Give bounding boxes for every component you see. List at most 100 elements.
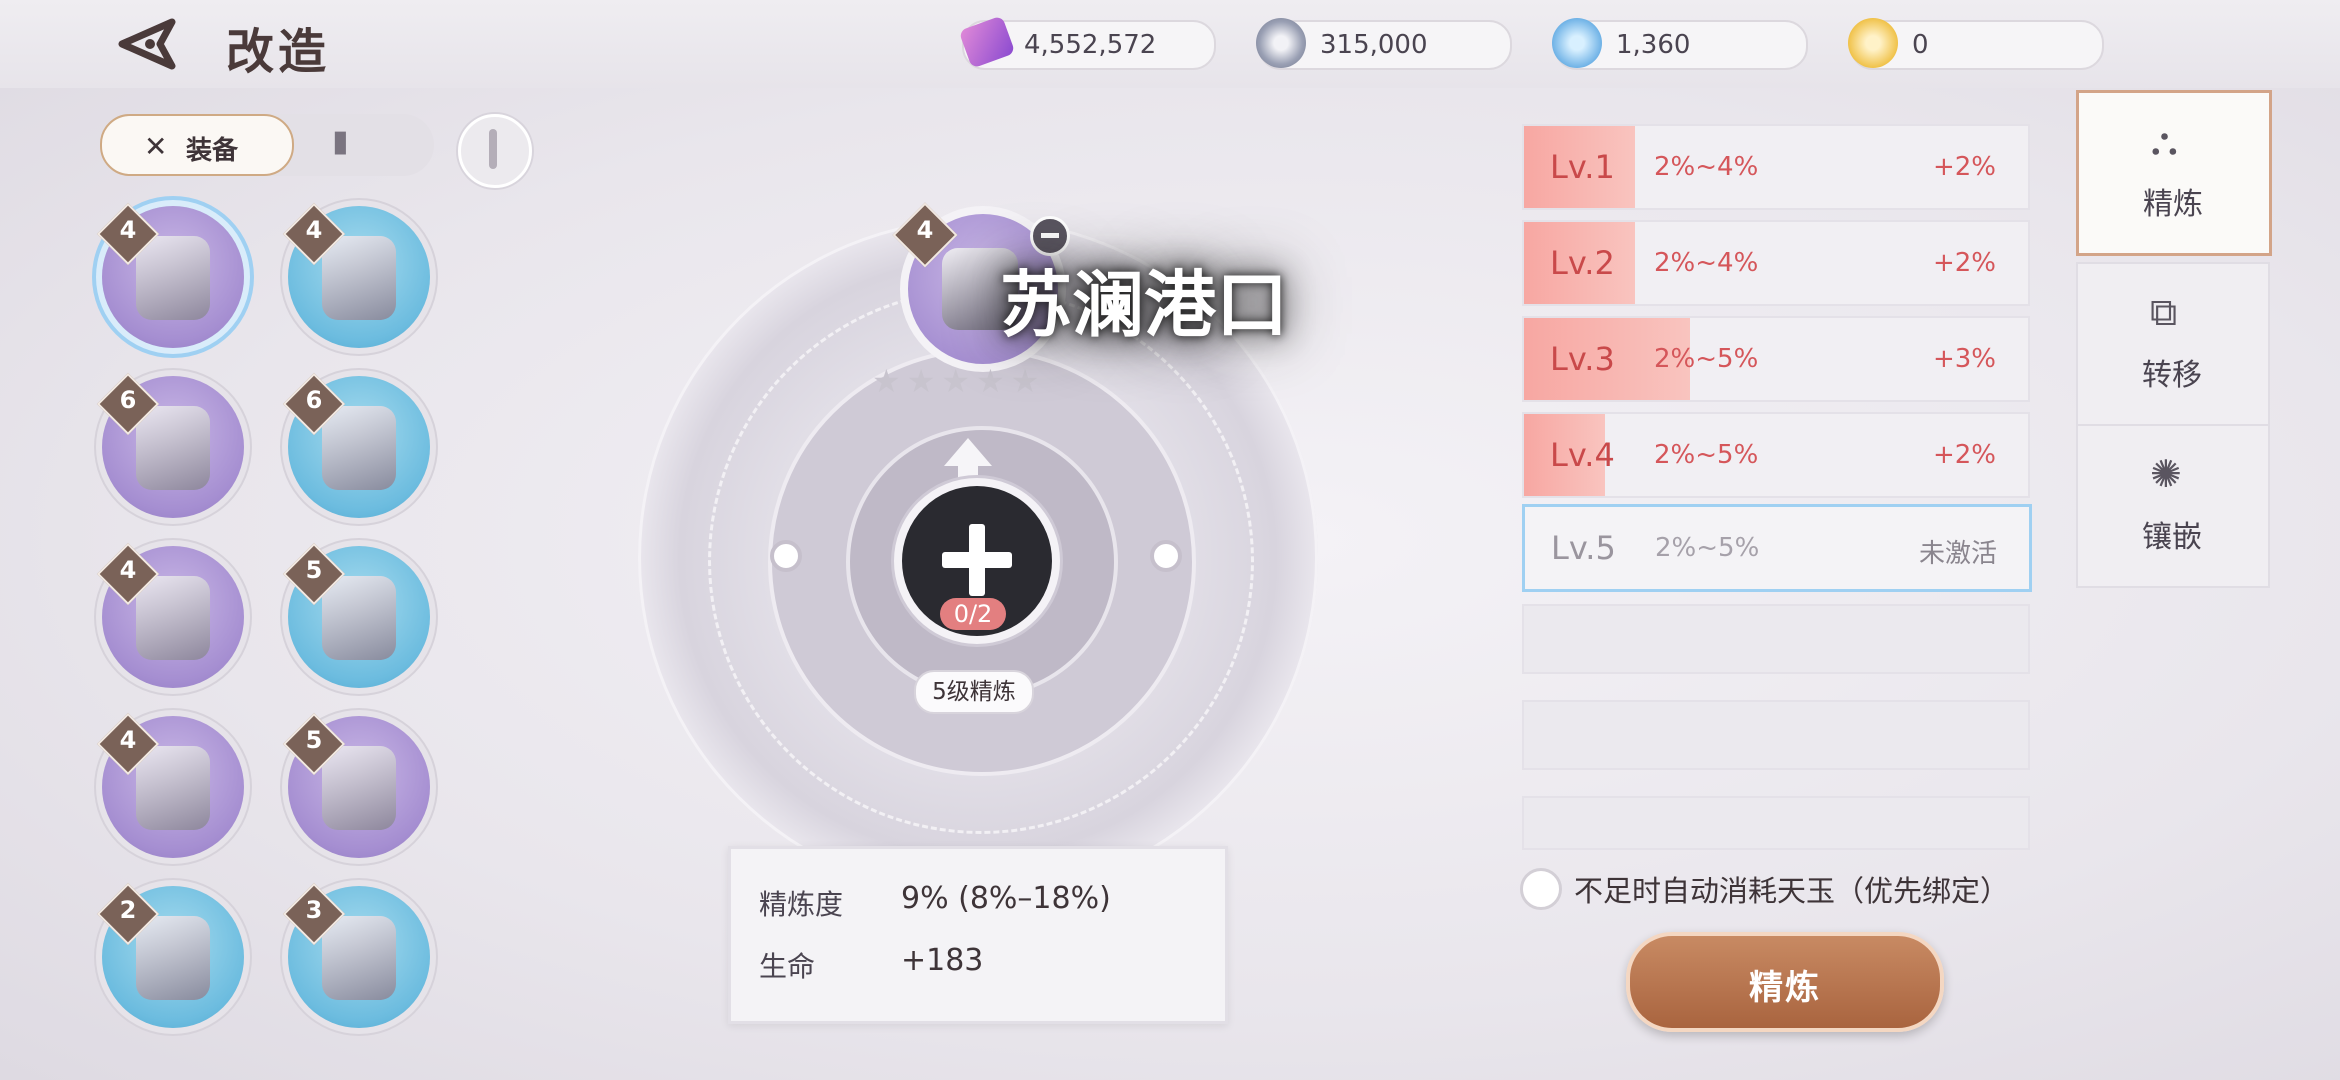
minus-icon — [1041, 233, 1059, 238]
level-badge-value: 4 — [119, 726, 137, 754]
side-tab-inlay[interactable]: ✺ 镶嵌 — [2076, 424, 2270, 588]
level-label: Lv.3 — [1550, 340, 1615, 378]
top-bar: 改造 4,552,572 315,000 1,360 0 — [0, 0, 2340, 88]
selected-level: 4 — [916, 216, 934, 244]
currency-blue-jade[interactable]: 1,360 — [1552, 18, 1808, 70]
level-label: Lv.2 — [1550, 244, 1615, 282]
level-range: 2%~4% — [1654, 152, 1759, 182]
side-tab-refine[interactable]: ⛬ 精炼 — [2076, 90, 2272, 256]
refine-button-label: 精炼 — [1749, 968, 1821, 1008]
equip-slot-helmet[interactable]: 4 — [96, 202, 244, 348]
side-tab-label: 镶嵌 — [2142, 520, 2202, 555]
charm-icon — [322, 916, 396, 1000]
refine-level-row-inactive[interactable]: Lv.5 2%~5% 未激活 — [1522, 504, 2032, 592]
equip-slot-armor[interactable]: 6 — [96, 372, 244, 518]
location-watermark: 苏澜港口 — [1000, 262, 1289, 347]
level-status: 未激活 — [1918, 539, 1997, 569]
level-range: 2%~5% — [1654, 344, 1759, 374]
ring-icon — [322, 746, 396, 830]
armor-icon — [136, 406, 210, 490]
equip-slot-weapon[interactable]: 2 — [96, 882, 244, 1028]
auto-consume-checkbox[interactable] — [1520, 868, 1562, 910]
tab-backpack[interactable]: ▮ — [332, 124, 349, 159]
currency-gold-jade-value: 0 — [1912, 30, 1929, 60]
side-tab-label: 转移 — [2142, 358, 2202, 393]
gem-ticket-icon — [958, 15, 1016, 69]
level-badge-value: 6 — [305, 386, 323, 414]
level-badge-value: 5 — [305, 556, 323, 584]
inlay-icon: ✺ — [2150, 452, 2182, 496]
equip-slot-ring[interactable]: 5 — [282, 712, 430, 858]
transfer-icon: ⧉ — [2150, 290, 2178, 334]
crossed-swords-icon: ✕ — [144, 130, 168, 163]
boots-icon — [136, 746, 210, 830]
level-bonus: +3% — [1932, 344, 1996, 374]
stat-hp-key: 生命 — [759, 950, 816, 983]
side-tab-transfer[interactable]: ⧉ 转移 — [2076, 262, 2270, 426]
level-range: 2%~4% — [1654, 248, 1759, 278]
stat-hp-value: +183 — [901, 943, 984, 978]
level-bonus: +2% — [1932, 440, 1996, 470]
currency-silver[interactable]: 315,000 — [1256, 18, 1512, 70]
currency-gem-value: 4,552,572 — [1024, 30, 1157, 60]
level-badge-value: 6 — [119, 386, 137, 414]
gloves-icon — [322, 236, 396, 320]
currency-blue-jade-value: 1,360 — [1616, 30, 1691, 60]
level-label: Lv.1 — [1550, 148, 1615, 186]
currency-gold-jade[interactable]: 0 — [1848, 18, 2104, 70]
level-badge-value: 4 — [305, 216, 323, 244]
level-bonus: +2% — [1932, 248, 1996, 278]
level-badge-value: 5 — [305, 726, 323, 754]
level-badge-value: 3 — [305, 896, 323, 924]
auto-consume-label: 不足时自动消耗天玉（优先绑定） — [1574, 874, 2010, 908]
level-badge-value: 4 — [119, 556, 137, 584]
currency-silver-value: 315,000 — [1320, 30, 1428, 60]
stat-refine-value: 9% (8%–18%) — [901, 881, 1111, 916]
helmet-icon — [136, 236, 210, 320]
stat-refine-key: 精炼度 — [759, 888, 844, 921]
equip-slot-earring[interactable]: 5 — [282, 542, 430, 688]
level-label: Lv.4 — [1550, 436, 1615, 474]
refine-level-row[interactable]: Lv.1 2%~4% +2% — [1522, 124, 2030, 210]
gold-jade-icon — [1848, 18, 1898, 68]
moon-orb-icon — [1150, 540, 1182, 572]
refine-level-label: 5级精炼 — [914, 670, 1034, 714]
page-title: 改造 — [226, 24, 331, 80]
pants-icon — [136, 576, 210, 660]
refine-level-row[interactable]: Lv.3 2%~5% +3% — [1522, 316, 2030, 402]
plus-icon-vertical — [969, 524, 985, 596]
level-badge-value: 4 — [119, 216, 137, 244]
equip-slot-necklace[interactable]: 6 — [282, 372, 430, 518]
back-icon[interactable] — [112, 16, 182, 72]
empty-level-row — [1522, 604, 2030, 674]
info-button[interactable] — [458, 114, 532, 188]
star-rating: ★★★★★ — [872, 362, 1046, 400]
backpack-icon: ▮ — [332, 124, 349, 159]
sun-orb-icon — [770, 540, 802, 572]
stats-panel: 精炼度 9% (8%–18%) 生命 +183 — [728, 846, 1228, 1024]
necklace-icon — [322, 406, 396, 490]
weapon-icon — [136, 916, 210, 1000]
empty-level-row — [1522, 796, 2030, 850]
currency-gem[interactable]: 4,552,572 — [958, 15, 1216, 70]
blue-jade-icon — [1552, 18, 1602, 68]
refine-button[interactable]: 精炼 — [1626, 932, 1944, 1032]
equip-slot-charm[interactable]: 3 — [282, 882, 430, 1028]
level-range: 2%~5% — [1655, 533, 1760, 563]
level-range: 2%~5% — [1654, 440, 1759, 470]
equip-slot-gloves[interactable]: 4 — [282, 202, 430, 348]
level-bonus: +2% — [1932, 152, 1996, 182]
equip-slot-boots[interactable]: 4 — [96, 712, 244, 858]
silver-coin-icon — [1256, 18, 1306, 68]
empty-level-row — [1522, 700, 2030, 770]
earring-icon — [322, 576, 396, 660]
level-badge-value: 2 — [119, 896, 137, 924]
refine-level-row[interactable]: Lv.2 2%~4% +2% — [1522, 220, 2030, 306]
side-tab-label: 精炼 — [2143, 187, 2203, 222]
material-count: 0/2 — [940, 598, 1006, 630]
equip-slot-pants[interactable]: 4 — [96, 542, 244, 688]
tab-equipment[interactable]: ✕ 装备 — [100, 114, 294, 176]
refine-level-row[interactable]: Lv.4 2%~5% +2% — [1522, 412, 2030, 498]
category-tabs: ✕ 装备 ▮ — [100, 114, 434, 176]
info-icon — [489, 129, 497, 169]
